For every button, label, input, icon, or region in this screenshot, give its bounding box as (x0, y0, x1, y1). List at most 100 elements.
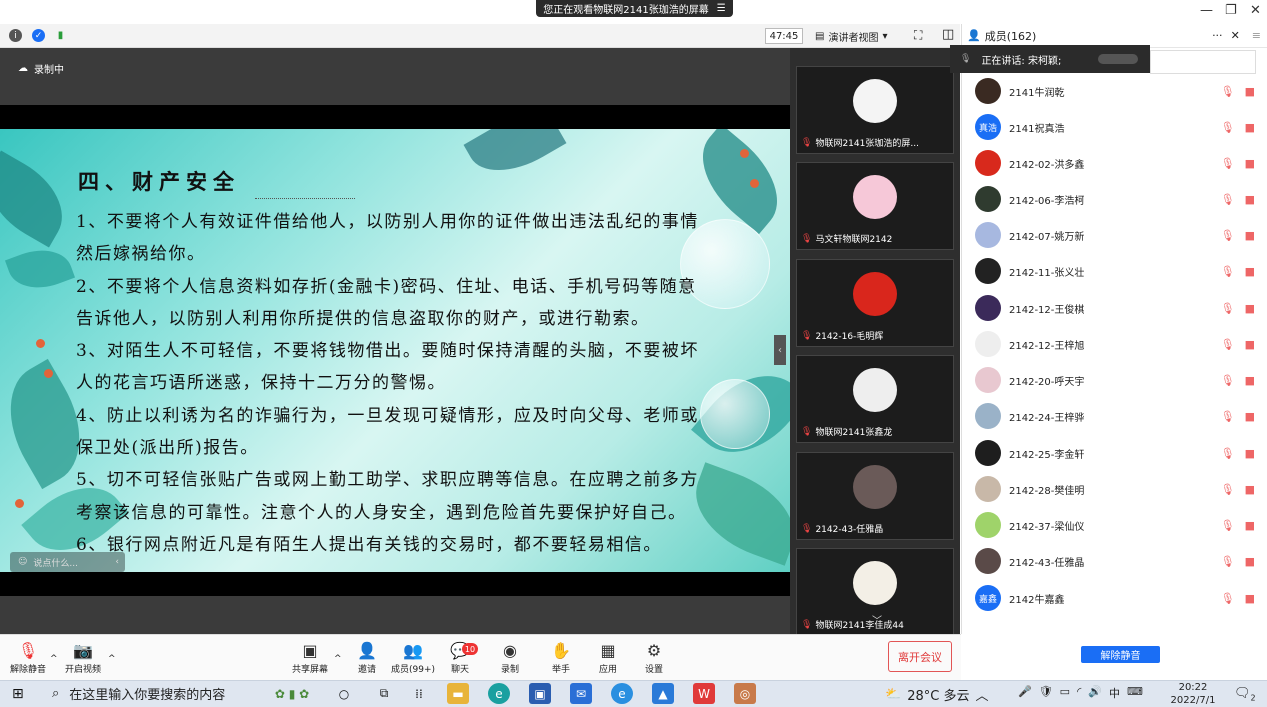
share-banner[interactable]: 您正在观看物联网2141张珈浩的屏幕 ☰ (536, 0, 733, 17)
mail-icon[interactable]: ✉ (570, 683, 592, 704)
volume-icon[interactable]: 🔊 (1088, 685, 1102, 701)
member-row[interactable]: 2142-06-李浩柯 🎙 ■ (975, 181, 1255, 217)
video-tile[interactable]: 🎙 2142-16-毛明辉 (796, 259, 954, 347)
member-row[interactable]: 2142-37-梁仙仪 🎙 ■ (975, 507, 1255, 543)
taskbar-clock[interactable]: 20:22 2022/7/1 (1168, 681, 1218, 707)
keyboard-icon[interactable]: ⌨ (1127, 685, 1143, 701)
battery-icon[interactable]: ▭ (1060, 685, 1070, 701)
member-row[interactable]: 2142-11-张义壮 🎙 ■ (975, 253, 1255, 289)
mic-icon[interactable]: 🎤 (1018, 685, 1032, 701)
ie-icon[interactable]: e (611, 683, 633, 704)
quick-chat-input[interactable]: ☺ 说点什么... ‹ (10, 552, 125, 572)
unmute-button[interactable]: 🎙 解除静音 (5, 640, 51, 675)
close-panel-icon[interactable]: ✕ (1231, 29, 1240, 42)
network-icon[interactable]: ◜ (1077, 685, 1081, 701)
camera-off-icon[interactable]: ■ (1245, 483, 1255, 496)
taskbar-search[interactable]: ⌕ 在这里输入你要搜索的内容 (46, 680, 251, 707)
apps-button[interactable]: ▦ 应用 (585, 640, 631, 675)
chevron-up-icon[interactable]: ^ (50, 654, 58, 664)
video-tile[interactable]: 🎙 物联网2141张鑫龙 (796, 355, 954, 443)
camera-off-icon[interactable]: ■ (1245, 85, 1255, 98)
member-row[interactable]: 2142-25-李金轩 🎙 ■ (975, 435, 1255, 471)
mic-off-icon[interactable]: 🎙 (1221, 447, 1235, 460)
members-button[interactable]: 👥 成员(99+) (390, 640, 436, 675)
cortana-icon[interactable]: ○ (333, 683, 355, 704)
emoji-icon[interactable]: ☺ (18, 557, 27, 567)
member-row[interactable]: 2142-43-任雅晶 🎙 ■ (975, 543, 1255, 579)
security-icon[interactable]: 🛡 (1039, 685, 1053, 701)
mic-off-icon[interactable]: 🎙 (1221, 302, 1235, 315)
member-row[interactable]: 2142-24-王梓骅 🎙 ■ (975, 398, 1255, 434)
chevron-down-icon[interactable]: ﹀ (872, 612, 882, 627)
menu-lines-icon[interactable]: ≡ (1252, 29, 1261, 42)
view-mode-dropdown[interactable]: ▤ 演讲者视图 ▾ (815, 28, 905, 44)
camera-off-icon[interactable]: ■ (1245, 193, 1255, 206)
mic-off-icon[interactable]: 🎙 (1221, 265, 1235, 278)
more-icon[interactable]: ··· (1212, 29, 1223, 42)
ime-indicator[interactable]: 中 (1109, 685, 1120, 701)
restore-button[interactable]: ❐ (1225, 3, 1237, 18)
video-tile[interactable]: 🎙 物联网2141张珈浩的屏... (796, 66, 954, 154)
camera-off-icon[interactable]: ■ (1245, 555, 1255, 568)
member-row[interactable]: 2141牛润乾 🎙 ■ (975, 73, 1255, 109)
menu-icon[interactable]: ☰ (717, 3, 726, 14)
member-row[interactable]: 真浩 2141祝真浩 🎙 ■ (975, 109, 1255, 145)
camera-off-icon[interactable]: ■ (1245, 519, 1255, 532)
chevron-up-icon[interactable]: ^ (334, 654, 342, 664)
notification-icon[interactable]: 🗨2 (1234, 686, 1256, 703)
mic-off-icon[interactable]: 🎙 (1221, 483, 1235, 496)
info-icon[interactable]: i (9, 29, 22, 42)
mic-off-icon[interactable]: 🎙 (1221, 193, 1235, 206)
members-search-input[interactable] (1150, 50, 1256, 74)
app-icon[interactable]: ◎ (734, 683, 756, 704)
member-row[interactable]: 2142-28-樊佳明 🎙 ■ (975, 471, 1255, 507)
settings-button[interactable]: ⚙ 设置 (631, 640, 677, 675)
minimize-button[interactable]: — (1200, 3, 1213, 18)
shield-icon[interactable]: ✓ (32, 29, 45, 42)
video-tile[interactable]: 🎙 马文轩物联网2142 (796, 162, 954, 250)
mic-off-icon[interactable]: 🎙 (1221, 374, 1235, 387)
invite-button[interactable]: 👤 邀请 (344, 640, 390, 675)
camera-off-icon[interactable]: ■ (1245, 265, 1255, 278)
store-icon[interactable]: ▣ (529, 683, 551, 704)
mic-off-icon[interactable]: 🎙 (1221, 592, 1235, 605)
camera-off-icon[interactable]: ■ (1245, 302, 1255, 315)
app-grid-icon[interactable]: ⁞⁞ (408, 683, 430, 704)
member-row[interactable]: 2142-12-王俊棋 🎙 ■ (975, 290, 1255, 326)
close-button[interactable]: ✕ (1250, 3, 1261, 18)
meeting-app-icon[interactable]: ▲ (652, 683, 674, 704)
edge-icon[interactable]: e (488, 683, 510, 704)
record-button[interactable]: ◉ 录制 (487, 640, 533, 675)
camera-off-icon[interactable]: ■ (1245, 592, 1255, 605)
share-screen-button[interactable]: ▣ 共享屏幕 (287, 640, 333, 675)
camera-off-icon[interactable]: ■ (1245, 338, 1255, 351)
chevron-left-icon[interactable]: ‹ (115, 557, 119, 567)
windows-start-icon[interactable]: ⊞ (12, 686, 24, 702)
camera-off-icon[interactable]: ■ (1245, 410, 1255, 423)
unmute-all-button[interactable]: 解除静音 (1081, 646, 1160, 663)
widget-icon[interactable]: ✿ ▮ ✿ (262, 683, 322, 704)
camera-off-icon[interactable]: ■ (1245, 157, 1255, 170)
camera-off-icon[interactable]: ■ (1245, 121, 1255, 134)
panel-toggle-icon[interactable]: ◫ (942, 27, 954, 42)
leave-meeting-button[interactable]: 离开会议 (888, 641, 952, 672)
collapse-strip-button[interactable]: ‹ (774, 335, 786, 365)
mic-off-icon[interactable]: 🎙 (1221, 85, 1235, 98)
camera-off-icon[interactable]: ■ (1245, 374, 1255, 387)
weather-widget[interactable]: ⛅ 28°C 多云 ︿ (885, 685, 988, 704)
mic-off-icon[interactable]: 🎙 (1221, 338, 1235, 351)
task-view-icon[interactable]: ⧉ (373, 683, 395, 704)
mic-off-icon[interactable]: 🎙 (1221, 555, 1235, 568)
member-row[interactable]: 2142-20-呼天宇 🎙 ■ (975, 362, 1255, 398)
member-row[interactable]: 2142-02-洪多鑫 🎙 ■ (975, 145, 1255, 181)
signal-icon[interactable]: ▮ (54, 29, 67, 42)
member-row[interactable]: 2142-07-姚万新 🎙 ■ (975, 217, 1255, 253)
mic-off-icon[interactable]: 🎙 (1221, 410, 1235, 423)
video-button[interactable]: 📷 开启视频 (60, 640, 106, 675)
member-row[interactable]: 嘉鑫 2142牛嘉鑫 🎙 ■ (975, 580, 1255, 616)
file-explorer-icon[interactable]: ▬ (447, 683, 469, 704)
chevron-up-icon[interactable]: ︿ (975, 685, 988, 704)
mic-off-icon[interactable]: 🎙 (1221, 157, 1235, 170)
member-row[interactable]: 2142-12-王梓旭 🎙 ■ (975, 326, 1255, 362)
raise-hand-button[interactable]: ✋ 举手 (538, 640, 584, 675)
